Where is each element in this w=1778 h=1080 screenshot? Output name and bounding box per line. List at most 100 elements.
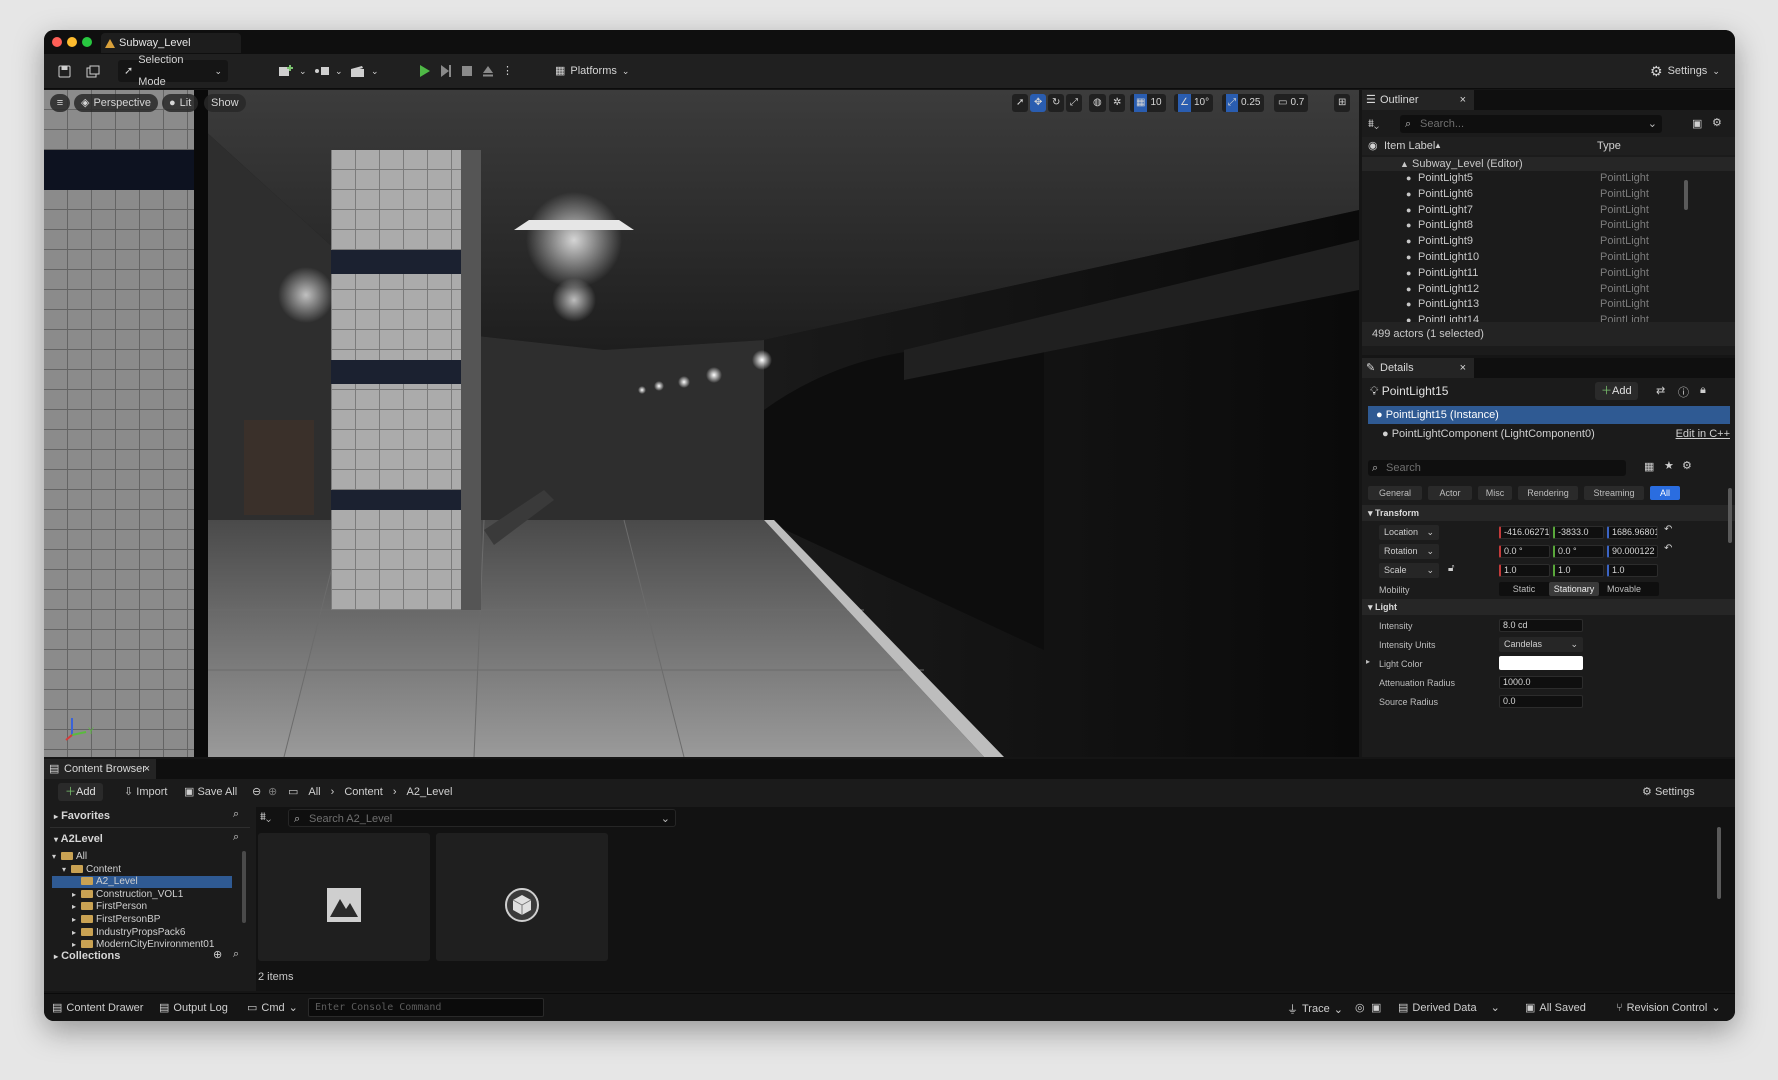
view-mode-button[interactable]: ● Lit <box>162 94 199 112</box>
scale-x-field[interactable]: 1.0 <box>1499 564 1550 577</box>
star-icon[interactable]: ★ <box>1664 459 1674 472</box>
cmd-dropdown[interactable]: ▭ Cmd ⌄ <box>247 1001 298 1015</box>
maximize-window-button[interactable] <box>82 37 92 47</box>
scale-snap-button[interactable]: ⤢ 0.25 <box>1222 94 1265 112</box>
favorites-section[interactable]: ▸ Favorites <box>54 807 110 825</box>
rotation-dropdown[interactable]: Rotation ⌄ <box>1379 544 1439 559</box>
grid-snap-button[interactable]: ▦ 10 <box>1130 94 1166 112</box>
content-settings-button[interactable]: ⚙ Settings <box>1642 784 1695 800</box>
revision-control-dropdown[interactable]: ⑂ Revision Control ⌄ <box>1616 1001 1721 1015</box>
eye-icon[interactable]: ◉ <box>1368 137 1378 155</box>
derived-data-dropdown[interactable]: ▤ Derived Data ⌄ <box>1398 1001 1500 1015</box>
add-collection-icon[interactable]: ⊕ <box>213 948 222 961</box>
record-icon[interactable]: ◎ <box>1355 1001 1365 1014</box>
expand-icon[interactable]: ▸ <box>1366 657 1370 666</box>
mobility-stationary-option[interactable]: Stationary <box>1549 582 1599 596</box>
rotate-tool-button[interactable]: ↻ <box>1048 94 1065 112</box>
scale-y-field[interactable]: 1.0 <box>1553 564 1604 577</box>
output-log-button[interactable]: ▤ Output Log <box>159 1001 228 1015</box>
category-all-button[interactable]: All <box>1650 486 1680 500</box>
component-row[interactable]: ● PointLightComponent (LightComponent0) … <box>1382 425 1730 443</box>
minimize-window-button[interactable] <box>67 37 77 47</box>
outliner-row[interactable]: ● PointLight5 PointLight <box>1362 171 1735 185</box>
play-options-button[interactable]: ⋮ <box>496 60 519 82</box>
scale-tool-button[interactable]: ⤢ <box>1066 94 1082 112</box>
rotation-y-field[interactable]: 0.0 ° <box>1553 545 1604 558</box>
blueprint-button[interactable]: ⌄ <box>308 60 349 82</box>
add-button[interactable]: ＋Add <box>58 783 103 801</box>
folder-tree-item[interactable]: ▸ FirstPerson <box>72 901 232 913</box>
crumb-content[interactable]: Content <box>344 784 383 800</box>
close-icon[interactable]: × <box>1460 90 1466 110</box>
gear-icon[interactable]: ⚙ <box>1712 116 1722 129</box>
crumb-all[interactable]: All <box>308 784 320 800</box>
filter-icon[interactable]: ⩩⌄ <box>1368 118 1379 131</box>
console-input[interactable]: Enter Console Command <box>308 998 544 1017</box>
category-streaming-button[interactable]: Streaming <box>1584 486 1644 500</box>
details-tab[interactable]: ✎ Details × <box>1362 358 1474 378</box>
outliner-row[interactable]: ● PointLight12 PointLight <box>1362 282 1735 296</box>
close-window-button[interactable] <box>52 37 62 47</box>
rotation-x-field[interactable]: 0.0 ° <box>1499 545 1550 558</box>
screenshot-icon[interactable]: ▣ <box>1371 1001 1381 1014</box>
folder-tree-item[interactable]: A2_Level <box>52 876 232 889</box>
instance-row[interactable]: ● PointLight15 (Instance) <box>1368 406 1730 424</box>
search-icon[interactable]: ⌕ <box>233 808 239 821</box>
transform-section[interactable]: ▾ Transform <box>1362 505 1735 521</box>
category-misc-button[interactable]: Misc <box>1478 486 1512 500</box>
camera-speed-button[interactable]: ▭ 0.7 <box>1274 94 1309 112</box>
surface-snap-button[interactable]: ✲ <box>1109 94 1126 112</box>
search-icon[interactable]: ⌕ <box>233 948 239 961</box>
light-section[interactable]: ▾ Light <box>1362 599 1735 615</box>
platforms-dropdown[interactable]: ▦ Platforms ⌄ <box>549 60 635 82</box>
outliner-search-input[interactable]: ⌕ Search... ⌄ <box>1400 115 1662 133</box>
location-y-field[interactable]: -3833.0 <box>1553 526 1604 539</box>
trace-dropdown[interactable]: ⏚ Trace ⌄ <box>1287 1001 1343 1017</box>
crumb-a2level[interactable]: A2_Level <box>407 784 453 800</box>
selection-mode-dropdown[interactable]: ➚ Selection Mode ⌄ <box>118 54 228 88</box>
cinematics-button[interactable]: ⌄ <box>344 60 385 82</box>
level-viewport[interactable]: ≡ ◈ Perspective ● Lit Show ➚ ✥ ↻ ⤢ ◍ ✲ ▦… <box>44 90 1359 757</box>
world-local-button[interactable]: ◍ <box>1089 94 1106 112</box>
a2level-section[interactable]: ▾ A2Level <box>54 830 103 848</box>
outliner-row[interactable]: ● PointLight8 PointLight <box>1362 218 1735 232</box>
category-actor-button[interactable]: Actor <box>1428 486 1472 500</box>
outliner-row[interactable]: ● PointLight9 PointLight <box>1362 234 1735 248</box>
intensity-field[interactable]: 8.0 cd <box>1499 619 1583 632</box>
lock-icon[interactable]: 🔓︎ <box>1448 563 1454 574</box>
outliner-tab[interactable]: ☰ Outliner × <box>1362 90 1474 110</box>
mobility-static-option[interactable]: Static <box>1499 582 1549 596</box>
blueprint-icon[interactable]: ⇄ <box>1656 384 1665 397</box>
collections-section[interactable]: ▸ Collections <box>54 947 120 965</box>
import-button[interactable]: ⇩ Import <box>124 784 167 800</box>
show-button[interactable]: Show <box>204 94 246 112</box>
folder-tree-item[interactable]: ▸ FirstPersonBP <box>72 914 232 926</box>
add-folder-icon[interactable]: ▣ <box>1692 117 1702 130</box>
light-color-swatch[interactable] <box>1499 656 1583 670</box>
content-drawer-button[interactable]: ▤ Content Drawer <box>52 1001 143 1015</box>
history-forward-icon[interactable]: ⊕ <box>268 784 277 800</box>
rotation-z-field[interactable]: 90.000122 ° <box>1607 545 1658 558</box>
save-all-button[interactable]: ▣ Save All <box>184 784 237 800</box>
outliner-scrollbar[interactable] <box>1684 180 1688 210</box>
browse-icon[interactable] <box>80 60 106 82</box>
details-search-input[interactable]: ⌕ Search <box>1368 460 1626 476</box>
intensity-units-dropdown[interactable]: Candelas ⌄ <box>1499 637 1583 652</box>
folder-tree-item[interactable]: ▸ IndustryPropsPack6 <box>72 927 232 939</box>
location-z-field[interactable]: 1686.968011 <box>1607 526 1658 539</box>
gear-icon[interactable]: ⚙ <box>1682 459 1692 472</box>
item-label-column[interactable]: Item Label <box>1384 137 1435 155</box>
add-actor-button[interactable]: ⌄ <box>272 60 313 82</box>
type-column[interactable]: Type <box>1597 137 1621 155</box>
search-icon[interactable]: ⌕ <box>233 831 239 844</box>
table-view-icon[interactable]: ▦ <box>1644 460 1654 473</box>
scale-z-field[interactable]: 1.0 <box>1607 564 1658 577</box>
add-component-button[interactable]: ＋Add <box>1595 382 1638 400</box>
location-dropdown[interactable]: Location ⌄ <box>1379 525 1439 540</box>
attenuation-field[interactable]: 1000.0 <box>1499 676 1583 689</box>
content-browser-tab[interactable]: ▤ Content Browser × <box>44 759 156 779</box>
select-tool-button[interactable]: ➚ <box>1012 94 1029 112</box>
outliner-row[interactable]: ● PointLight11 PointLight <box>1362 266 1735 280</box>
history-back-icon[interactable]: ⊖ <box>252 784 261 800</box>
reset-location-icon[interactable]: ↶ <box>1664 524 1672 535</box>
